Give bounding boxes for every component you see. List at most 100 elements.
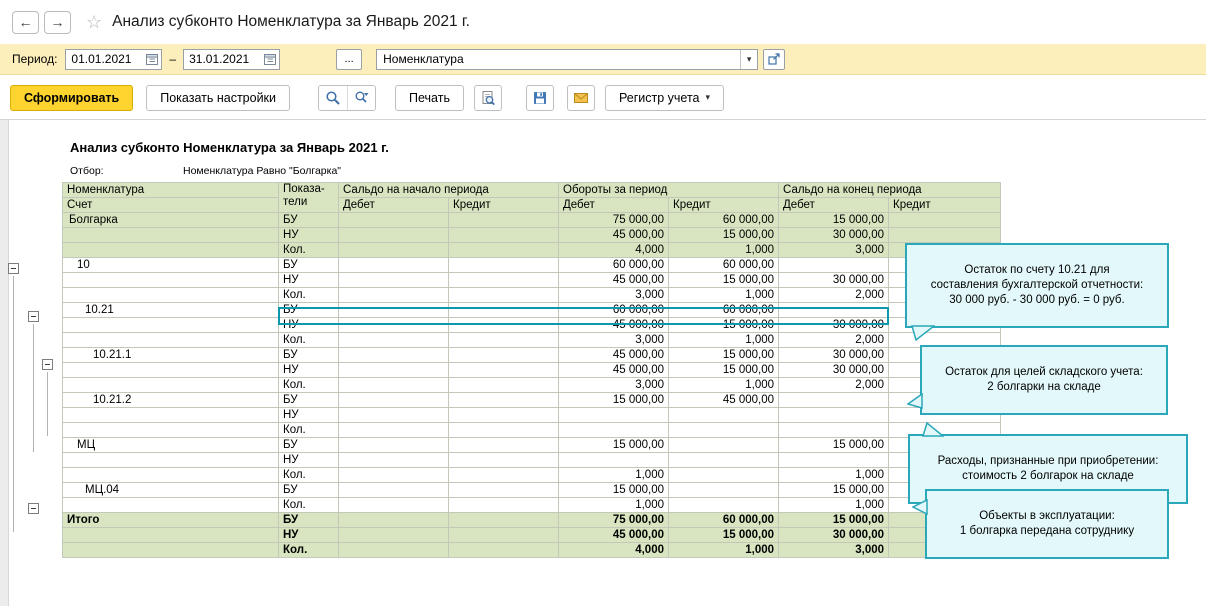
subconto-combobox[interactable]: Номенклатура ▾ <box>376 48 759 70</box>
value-cell[interactable] <box>338 422 449 438</box>
print-preview-button[interactable] <box>473 84 502 111</box>
generate-button[interactable]: Сформировать <box>10 84 134 111</box>
value-cell[interactable] <box>338 527 449 543</box>
open-list-button[interactable] <box>763 48 786 70</box>
value-cell[interactable] <box>448 212 559 228</box>
value-cell[interactable]: 15 000,00 <box>558 437 669 453</box>
value-cell[interactable]: 15 000,00 <box>667 347 780 363</box>
report-row[interactable]: Кол. 4,000 1,000 3,000 <box>62 242 1002 258</box>
value-cell[interactable] <box>338 362 449 378</box>
account-cell[interactable] <box>62 227 279 243</box>
value-cell[interactable] <box>338 227 449 243</box>
value-cell[interactable] <box>448 407 559 423</box>
value-cell[interactable] <box>778 422 890 438</box>
report-row[interactable]: НУ 45 000,00 15 000,00 30 000,00 <box>62 527 1002 543</box>
account-cell[interactable] <box>62 497 279 513</box>
account-cell[interactable] <box>62 407 279 423</box>
value-cell[interactable] <box>448 482 559 498</box>
value-cell[interactable] <box>448 542 559 558</box>
report-row[interactable]: НУ 45 000,00 15 000,00 30 000,00 <box>62 317 1002 333</box>
collapse-toggle[interactable] <box>28 311 39 322</box>
value-cell[interactable] <box>888 227 1002 243</box>
value-cell[interactable] <box>338 302 449 318</box>
value-cell[interactable]: 3,000 <box>558 287 669 303</box>
back-button[interactable]: ← <box>12 10 39 34</box>
value-cell[interactable]: 15 000,00 <box>778 212 890 228</box>
value-cell[interactable] <box>338 317 449 333</box>
report-row[interactable]: Кол. 4,000 1,000 3,000 <box>62 542 1002 558</box>
value-cell[interactable]: 15 000,00 <box>667 272 780 288</box>
indicator-cell[interactable]: НУ <box>278 452 339 468</box>
value-cell[interactable] <box>338 272 449 288</box>
value-cell[interactable]: 30 000,00 <box>778 527 890 543</box>
date-from-field[interactable] <box>65 48 163 70</box>
calendar-icon[interactable] <box>142 49 162 69</box>
value-cell[interactable]: 60 000,00 <box>667 257 780 273</box>
value-cell[interactable]: 1,000 <box>667 287 780 303</box>
report-row[interactable]: Кол. 3,000 1,000 2,000 <box>62 377 1002 393</box>
indicator-cell[interactable]: Кол. <box>278 497 339 513</box>
indicator-cell[interactable]: БУ <box>278 482 339 498</box>
indicator-cell[interactable]: НУ <box>278 407 339 423</box>
value-cell[interactable]: 3,000 <box>558 377 669 393</box>
value-cell[interactable]: 45 000,00 <box>558 362 669 378</box>
indicator-cell[interactable]: Кол. <box>278 542 339 558</box>
value-cell[interactable]: 30 000,00 <box>778 272 890 288</box>
report-row[interactable]: 10.21 БУ 60 000,00 60 000,00 <box>62 302 1002 318</box>
collapse-toggle[interactable] <box>42 359 53 370</box>
report-row[interactable]: НУ 45 000,00 15 000,00 30 000,00 <box>62 362 1002 378</box>
indicator-cell[interactable]: Кол. <box>278 422 339 438</box>
value-cell[interactable] <box>667 437 780 453</box>
report-row[interactable]: МЦ БУ 15 000,00 15 000,00 <box>62 437 1002 453</box>
value-cell[interactable]: 3,000 <box>778 242 890 258</box>
account-cell[interactable] <box>62 377 279 393</box>
value-cell[interactable] <box>448 302 559 318</box>
report-row[interactable]: 10.21.2БУ15 000,0045 000,0030 000,00 <box>62 392 1002 408</box>
report-row[interactable]: Кол. <box>62 422 1002 438</box>
search-next-button[interactable] <box>347 85 376 110</box>
indicator-cell[interactable]: БУ <box>278 392 339 408</box>
value-cell[interactable]: 15 000,00 <box>778 482 890 498</box>
value-cell[interactable] <box>338 437 449 453</box>
value-cell[interactable] <box>888 212 1002 228</box>
value-cell[interactable]: 15 000,00 <box>667 227 780 243</box>
value-cell[interactable] <box>448 497 559 513</box>
value-cell[interactable]: 30 000,00 <box>778 227 890 243</box>
value-cell[interactable]: 1,000 <box>667 242 780 258</box>
report-row[interactable]: Болгарка БУ 75 000,00 60 000,00 15 000,00 <box>62 212 1002 228</box>
value-cell[interactable]: 60 000,00 <box>558 257 669 273</box>
register-menu-button[interactable]: Регистр учета ▾ <box>604 84 725 111</box>
value-cell[interactable]: 1,000 <box>558 467 669 483</box>
value-cell[interactable] <box>778 452 890 468</box>
value-cell[interactable] <box>448 527 559 543</box>
value-cell[interactable] <box>448 437 559 453</box>
value-cell[interactable]: 45 000,00 <box>558 347 669 363</box>
value-cell[interactable] <box>338 467 449 483</box>
value-cell[interactable] <box>338 242 449 258</box>
value-cell[interactable] <box>667 407 780 423</box>
favorite-star-icon[interactable]: ☆ <box>86 12 102 33</box>
date-to-field[interactable] <box>183 48 281 70</box>
indicator-cell[interactable]: НУ <box>278 227 339 243</box>
value-cell[interactable] <box>338 512 449 528</box>
account-cell[interactable] <box>62 452 279 468</box>
value-cell[interactable] <box>448 257 559 273</box>
value-cell[interactable]: 60 000,00 <box>667 512 780 528</box>
account-cell[interactable]: Болгарка <box>62 212 279 228</box>
account-cell[interactable]: 10 <box>62 257 279 273</box>
report-row[interactable]: 10 БУ 60 000,00 60 000,00 <box>62 257 1002 273</box>
report-row[interactable]: НУ 45 000,00 15 000,00 30 000,00 <box>62 227 1002 243</box>
value-cell[interactable] <box>778 302 890 318</box>
value-cell[interactable]: 45 000,00 <box>558 227 669 243</box>
indicator-cell[interactable]: Кол. <box>278 287 339 303</box>
value-cell[interactable] <box>448 332 559 348</box>
account-cell[interactable]: 10.21.2 <box>62 392 279 408</box>
account-cell[interactable]: МЦ <box>62 437 279 453</box>
indicator-cell[interactable]: БУ <box>278 437 339 453</box>
indicator-cell[interactable]: НУ <box>278 317 339 333</box>
forward-button[interactable]: → <box>44 10 71 34</box>
search-button[interactable] <box>319 85 348 110</box>
indicator-cell[interactable]: БУ <box>278 347 339 363</box>
account-cell[interactable] <box>62 242 279 258</box>
value-cell[interactable]: 15 000,00 <box>778 512 890 528</box>
